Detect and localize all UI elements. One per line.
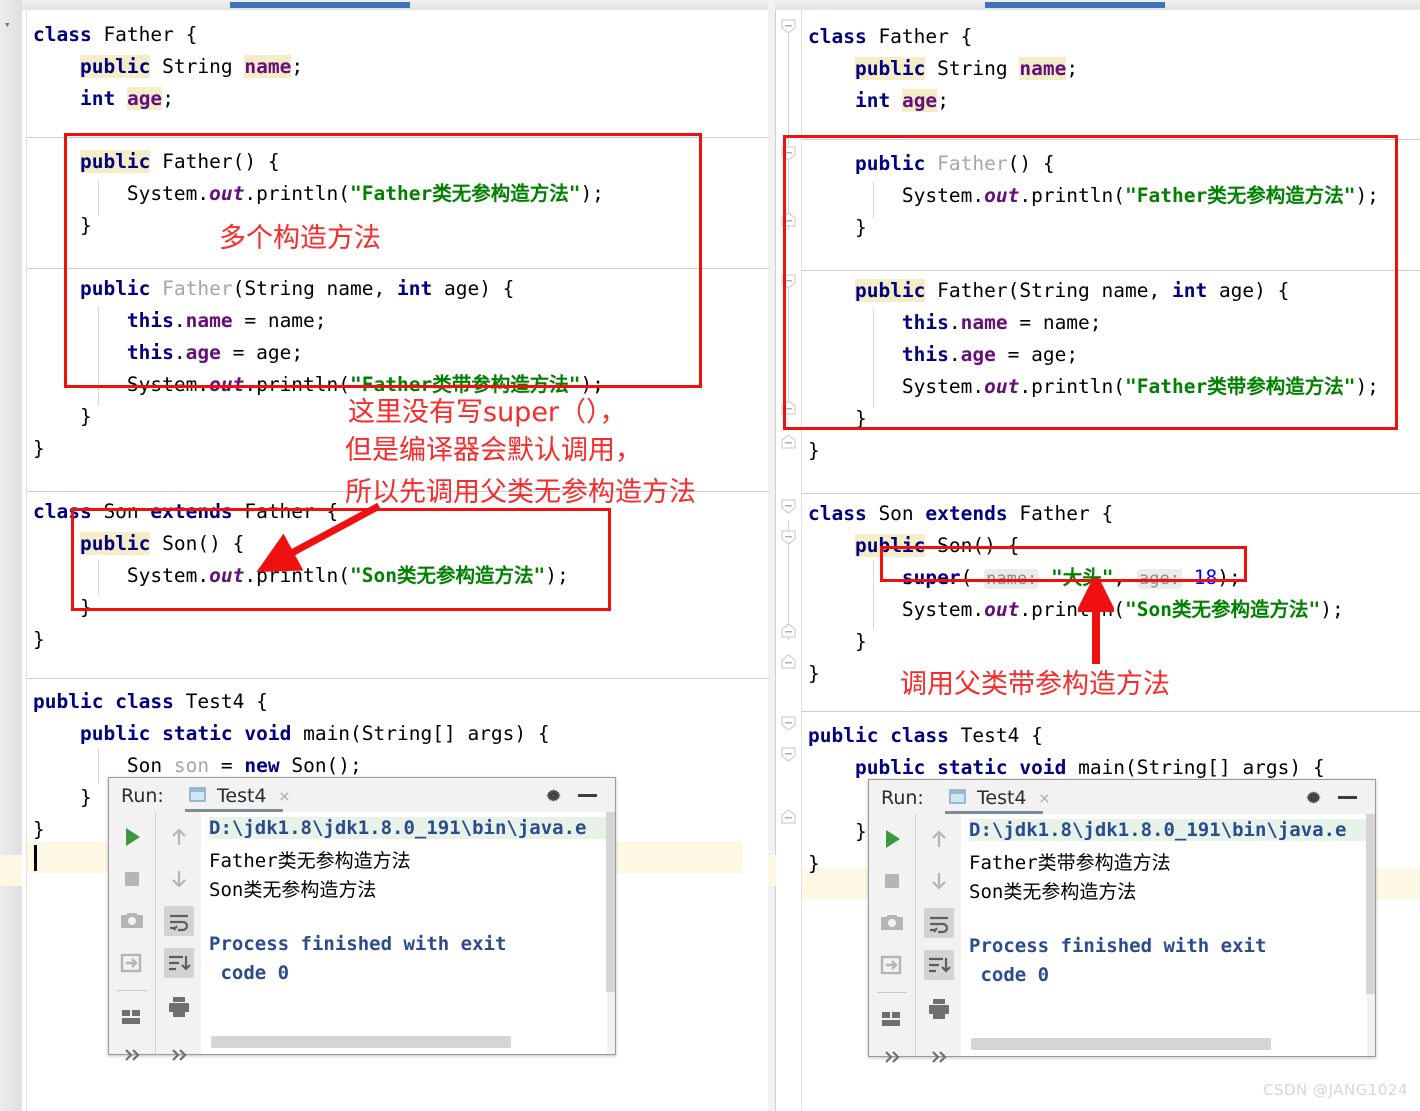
- run-tab-name[interactable]: Test4: [217, 785, 267, 807]
- right-console-header: Run: Test4 ×: [869, 780, 1375, 814]
- console-line: Father类无参构造方法: [209, 850, 411, 872]
- rerun-icon[interactable]: [117, 822, 147, 852]
- right-sidebar-caret-highlight: [768, 855, 776, 886]
- implicit-super-arrow-icon: [256, 502, 381, 572]
- scroll-to-end-icon[interactable]: [924, 950, 954, 980]
- console-toolbar-primary: [869, 814, 915, 1063]
- fold-marker-icon[interactable]: [781, 19, 796, 34]
- fold-marker-icon[interactable]: [781, 747, 796, 762]
- super-call-arrow-icon: [1078, 578, 1114, 664]
- print-icon[interactable]: [924, 994, 954, 1024]
- run-config-icon: [189, 787, 206, 802]
- gear-icon[interactable]: [1304, 788, 1323, 807]
- gear-icon[interactable]: [544, 786, 563, 805]
- left-console-output[interactable]: D:\jdk1.8\jdk1.8.0_191\bin\java.e Father…: [201, 812, 607, 1054]
- fold-marker-icon[interactable]: [781, 716, 796, 731]
- console-toolbar-secondary: [915, 814, 961, 1063]
- console-line: code 0: [969, 964, 1050, 986]
- fold-marker-icon[interactable]: [781, 809, 796, 824]
- stop-icon[interactable]: [877, 866, 907, 896]
- fold-marker-icon[interactable]: [781, 623, 796, 638]
- left-console-header: Run: Test4 ×: [109, 778, 615, 812]
- horizontal-scrollbar[interactable]: [211, 1036, 511, 1048]
- left-tab-strip: [0, 0, 768, 10]
- layout-icon[interactable]: [117, 1002, 147, 1032]
- run-label: Run:: [121, 785, 164, 807]
- run-label: Run:: [881, 787, 924, 809]
- stop-icon[interactable]: [117, 864, 147, 894]
- vertical-scrollbar[interactable]: [1366, 814, 1375, 994]
- watermark: CSDN @JANG1024: [1263, 1081, 1408, 1099]
- print-icon[interactable]: [164, 992, 194, 1022]
- fold-marker-icon[interactable]: [781, 530, 796, 545]
- fold-marker-icon[interactable]: [781, 499, 796, 514]
- down-arrow-icon[interactable]: [924, 866, 954, 896]
- fold-marker-icon[interactable]: [781, 654, 796, 669]
- soft-wrap-icon[interactable]: [164, 906, 194, 936]
- left-father-constructors-box: [64, 133, 702, 388]
- more-icon[interactable]: [924, 1042, 954, 1072]
- soft-wrap-icon[interactable]: [924, 908, 954, 938]
- right-run-console[interactable]: Run: Test4 × D:\jdk1.8\jdk1.8.0_191\bin\…: [868, 779, 1376, 1063]
- minimize-icon[interactable]: [578, 794, 597, 797]
- chevron-down-icon[interactable]: ▾: [4, 18, 11, 31]
- left-console-body: D:\jdk1.8\jdk1.8.0_191\bin\java.e Father…: [109, 812, 615, 1061]
- up-arrow-icon[interactable]: [164, 822, 194, 852]
- console-line: D:\jdk1.8\jdk1.8.0_191\bin\java.e: [209, 817, 607, 839]
- down-arrow-icon[interactable]: [164, 864, 194, 894]
- close-icon[interactable]: ×: [279, 786, 290, 807]
- console-line: D:\jdk1.8\jdk1.8.0_191\bin\java.e: [969, 819, 1367, 841]
- export-icon[interactable]: [117, 948, 147, 978]
- screenshot-root: class Father { public String name; int a…: [0, 0, 1420, 1111]
- console-toolbar-secondary: [155, 812, 201, 1061]
- console-line: Process finished with exit: [209, 933, 507, 955]
- rerun-icon[interactable]: [877, 824, 907, 854]
- left-active-tab-indicator[interactable]: [230, 2, 410, 8]
- vertical-scrollbar[interactable]: [606, 812, 615, 992]
- toolbar-divider: [877, 992, 907, 993]
- left-run-console[interactable]: Run: Test4 × D:\jdk1.8\jdk1.8.0_191\bin\…: [108, 777, 616, 1061]
- more-icon[interactable]: [164, 1040, 194, 1070]
- minimize-icon[interactable]: [1338, 796, 1357, 799]
- toolbar-divider: [117, 990, 147, 991]
- call-parent-param-constructor-note: 调用父类带参构造方法: [900, 669, 1170, 700]
- console-line: Son类无参构造方法: [209, 879, 377, 901]
- console-line: Process finished with exit: [969, 935, 1267, 957]
- close-icon[interactable]: ×: [1039, 788, 1050, 809]
- right-super-call-box: [880, 546, 1247, 582]
- horizontal-scrollbar[interactable]: [971, 1038, 1271, 1050]
- more-icon[interactable]: [117, 1040, 147, 1070]
- run-config-icon: [949, 789, 966, 804]
- more-icon[interactable]: [877, 1042, 907, 1072]
- implicit-super-note-line1: 这里没有写super（），: [348, 397, 627, 428]
- console-line: code 0: [209, 962, 290, 984]
- console-line: Father类带参构造方法: [969, 852, 1171, 874]
- screenshot-icon[interactable]: [117, 906, 147, 936]
- console-toolbar-primary: [109, 812, 155, 1061]
- ide-left-sidebar: [0, 0, 22, 1111]
- fold-marker-icon[interactable]: [781, 434, 796, 449]
- right-active-tab-indicator[interactable]: [985, 2, 1165, 8]
- run-tab-name[interactable]: Test4: [977, 787, 1027, 809]
- export-icon[interactable]: [877, 950, 907, 980]
- screenshot-icon[interactable]: [877, 908, 907, 938]
- right-father-constructors-box: [783, 135, 1398, 430]
- up-arrow-icon[interactable]: [924, 824, 954, 854]
- right-tab-strip: [775, 0, 1420, 10]
- right-console-body: D:\jdk1.8\jdk1.8.0_191\bin\java.e Father…: [869, 814, 1375, 1063]
- right-console-output[interactable]: D:\jdk1.8\jdk1.8.0_191\bin\java.e Father…: [961, 814, 1367, 1056]
- implicit-super-note-line2: 但是编译器会默认调用，: [345, 435, 642, 466]
- console-line: Son类无参构造方法: [969, 881, 1137, 903]
- sidebar-caret-highlight: [0, 855, 22, 886]
- implicit-super-note-line3: 所以先调用父类无参构造方法: [345, 477, 696, 508]
- scroll-to-end-icon[interactable]: [164, 948, 194, 978]
- layout-icon[interactable]: [877, 1004, 907, 1034]
- multiple-constructors-note: 多个构造方法: [219, 223, 381, 254]
